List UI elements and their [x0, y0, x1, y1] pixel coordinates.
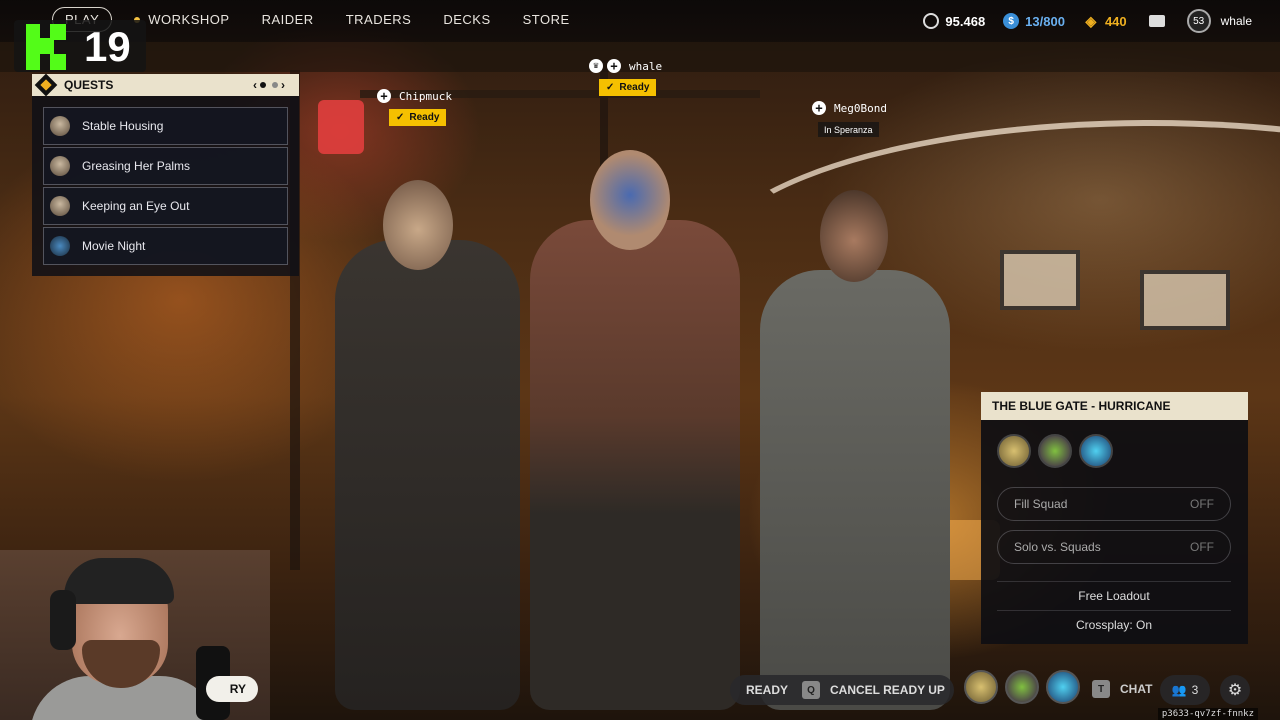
quests-header: QUESTS ‹ › [32, 73, 299, 97]
nav-decks[interactable]: DECKS [443, 12, 490, 27]
squad-member-avatar[interactable] [1038, 434, 1072, 468]
add-friend-icon[interactable]: + [607, 59, 621, 73]
add-friend-icon[interactable]: + [377, 89, 391, 103]
cancel-ready-label[interactable]: CANCEL READY UP [830, 683, 945, 697]
ready-label: READY [746, 683, 789, 697]
player-tag-whale[interactable]: ♛ + whale [589, 59, 662, 73]
solo-vs-squads-value: OFF [1190, 540, 1214, 554]
quest-diamond-icon [34, 73, 58, 97]
party-count-button[interactable]: 👥 3 [1160, 675, 1210, 705]
people-icon: 👥 [1171, 683, 1187, 697]
fill-squad-value: OFF [1190, 497, 1214, 511]
player-tag-meg0bond[interactable]: + Meg0Bond [812, 101, 887, 115]
pager-prev-icon[interactable]: ‹ [253, 78, 257, 92]
party-member-avatar[interactable] [1005, 670, 1039, 704]
quest-giver-avatar [50, 236, 70, 256]
session-id: p3633-qv7zf-fnnkz [1157, 708, 1258, 720]
check-icon: ✓ [396, 112, 405, 123]
nav-traders[interactable]: TRADERS [346, 12, 412, 27]
player-level-badge[interactable]: 53 [1186, 9, 1211, 33]
quest-label: Stable Housing [82, 119, 164, 133]
raider-tokens-stat[interactable]: ◈ 440 [1083, 13, 1127, 29]
ready-status: Ready [409, 112, 440, 123]
cancel-key-icon: Q [802, 681, 821, 699]
ready-control[interactable]: READY Q CANCEL READY UP [730, 675, 954, 705]
squad-avatars [997, 434, 1120, 468]
free-loadout-option[interactable]: Free Loadout [997, 581, 1231, 609]
crown-icon: ♛ [589, 59, 603, 73]
pager-dot [272, 82, 278, 88]
pager-next-icon[interactable]: › [281, 78, 285, 92]
party-count-value: 3 [1191, 683, 1199, 697]
quest-item[interactable]: Movie Night [43, 227, 288, 265]
kick-logo-icon [26, 24, 66, 70]
player-tag-chipmuck[interactable]: + Chipmuck [377, 89, 452, 103]
chat-key-icon: T [1092, 680, 1110, 698]
quest-item[interactable]: Greasing Her Palms [43, 147, 288, 185]
status-badge-meg0bond: In Speranza [818, 122, 879, 137]
squad-member-avatar[interactable] [997, 434, 1031, 468]
quests-pager: ‹ › [253, 78, 285, 92]
top-navigation-bar: PLAY WORKSHOP RAIDER TRADERS DECKS STORE… [0, 0, 1280, 42]
coins-value: 95.468 [945, 13, 986, 29]
check-icon: ✓ [606, 82, 615, 93]
coins-stat[interactable]: 95.468 [923, 13, 985, 29]
nav-workshop[interactable]: WORKSHOP [134, 12, 229, 27]
party-member-avatar[interactable] [964, 670, 998, 704]
squad-panel: THE BLUE GATE - HURRICANE Fill Squad OFF… [981, 392, 1248, 644]
party-member-avatar[interactable] [1046, 670, 1080, 704]
viewer-count: 19 [84, 23, 131, 70]
raider-tokens-value: 440 [1104, 13, 1127, 29]
ready-badge-chipmuck: ✓ Ready [389, 109, 447, 126]
credits-icon: $ [1003, 13, 1020, 29]
character-whale [530, 150, 740, 710]
fill-squad-label: Fill Squad [1014, 497, 1068, 511]
ready-badge-whale: ✓ Ready [599, 79, 657, 96]
solo-vs-squads-label: Solo vs. Squads [1014, 540, 1101, 554]
pager-dot [260, 82, 266, 88]
solo-vs-squads-toggle[interactable]: Solo vs. Squads OFF [997, 530, 1231, 564]
quest-giver-avatar [50, 156, 70, 176]
fill-squad-toggle[interactable]: Fill Squad OFF [997, 487, 1231, 521]
nav-workshop-label: WORKSHOP [148, 12, 230, 27]
nav-store[interactable]: STORE [523, 12, 570, 27]
coin-icon [923, 13, 940, 29]
credits-value: 13/800 [1025, 13, 1065, 29]
add-friend-icon[interactable]: + [812, 101, 826, 115]
nav-raider[interactable]: RAIDER [262, 12, 314, 27]
character-meg0bond [760, 190, 950, 710]
player-name: Meg0Bond [834, 101, 887, 115]
credits-stat[interactable]: $ 13/800 [1003, 13, 1065, 29]
quest-label: Keeping an Eye Out [82, 199, 190, 213]
chat-button[interactable]: T CHAT [1092, 680, 1152, 698]
raider-token-icon: ◈ [1085, 12, 1097, 29]
player-name: Chipmuck [399, 89, 452, 103]
squad-member-avatar[interactable] [1079, 434, 1113, 468]
story-button[interactable]: RY [206, 676, 258, 702]
crossplay-option[interactable]: Crossplay: On [997, 610, 1231, 638]
quest-label: Greasing Her Palms [82, 159, 191, 173]
quests-panel: QUESTS ‹ › Stable Housing Greasing Her P… [32, 73, 299, 276]
mail-icon[interactable] [1148, 15, 1165, 27]
chat-label: CHAT [1120, 682, 1153, 696]
quest-item[interactable]: Stable Housing [43, 107, 288, 145]
quest-giver-avatar [50, 116, 70, 136]
ready-status: Ready [619, 82, 650, 93]
quest-item[interactable]: Keeping an Eye Out [43, 187, 288, 225]
quests-title: QUESTS [64, 78, 114, 92]
player-name: whale [629, 59, 663, 73]
quest-label: Movie Night [82, 239, 146, 253]
settings-gear-icon[interactable]: ⚙ [1220, 675, 1250, 705]
quest-giver-avatar [50, 196, 70, 216]
username[interactable]: whale [1221, 14, 1252, 28]
currency-stats: 95.468 $ 13/800 ◈ 440 53 whale [905, 8, 1252, 34]
map-title: THE BLUE GATE - HURRICANE [981, 392, 1248, 420]
character-chipmuck [335, 180, 520, 710]
